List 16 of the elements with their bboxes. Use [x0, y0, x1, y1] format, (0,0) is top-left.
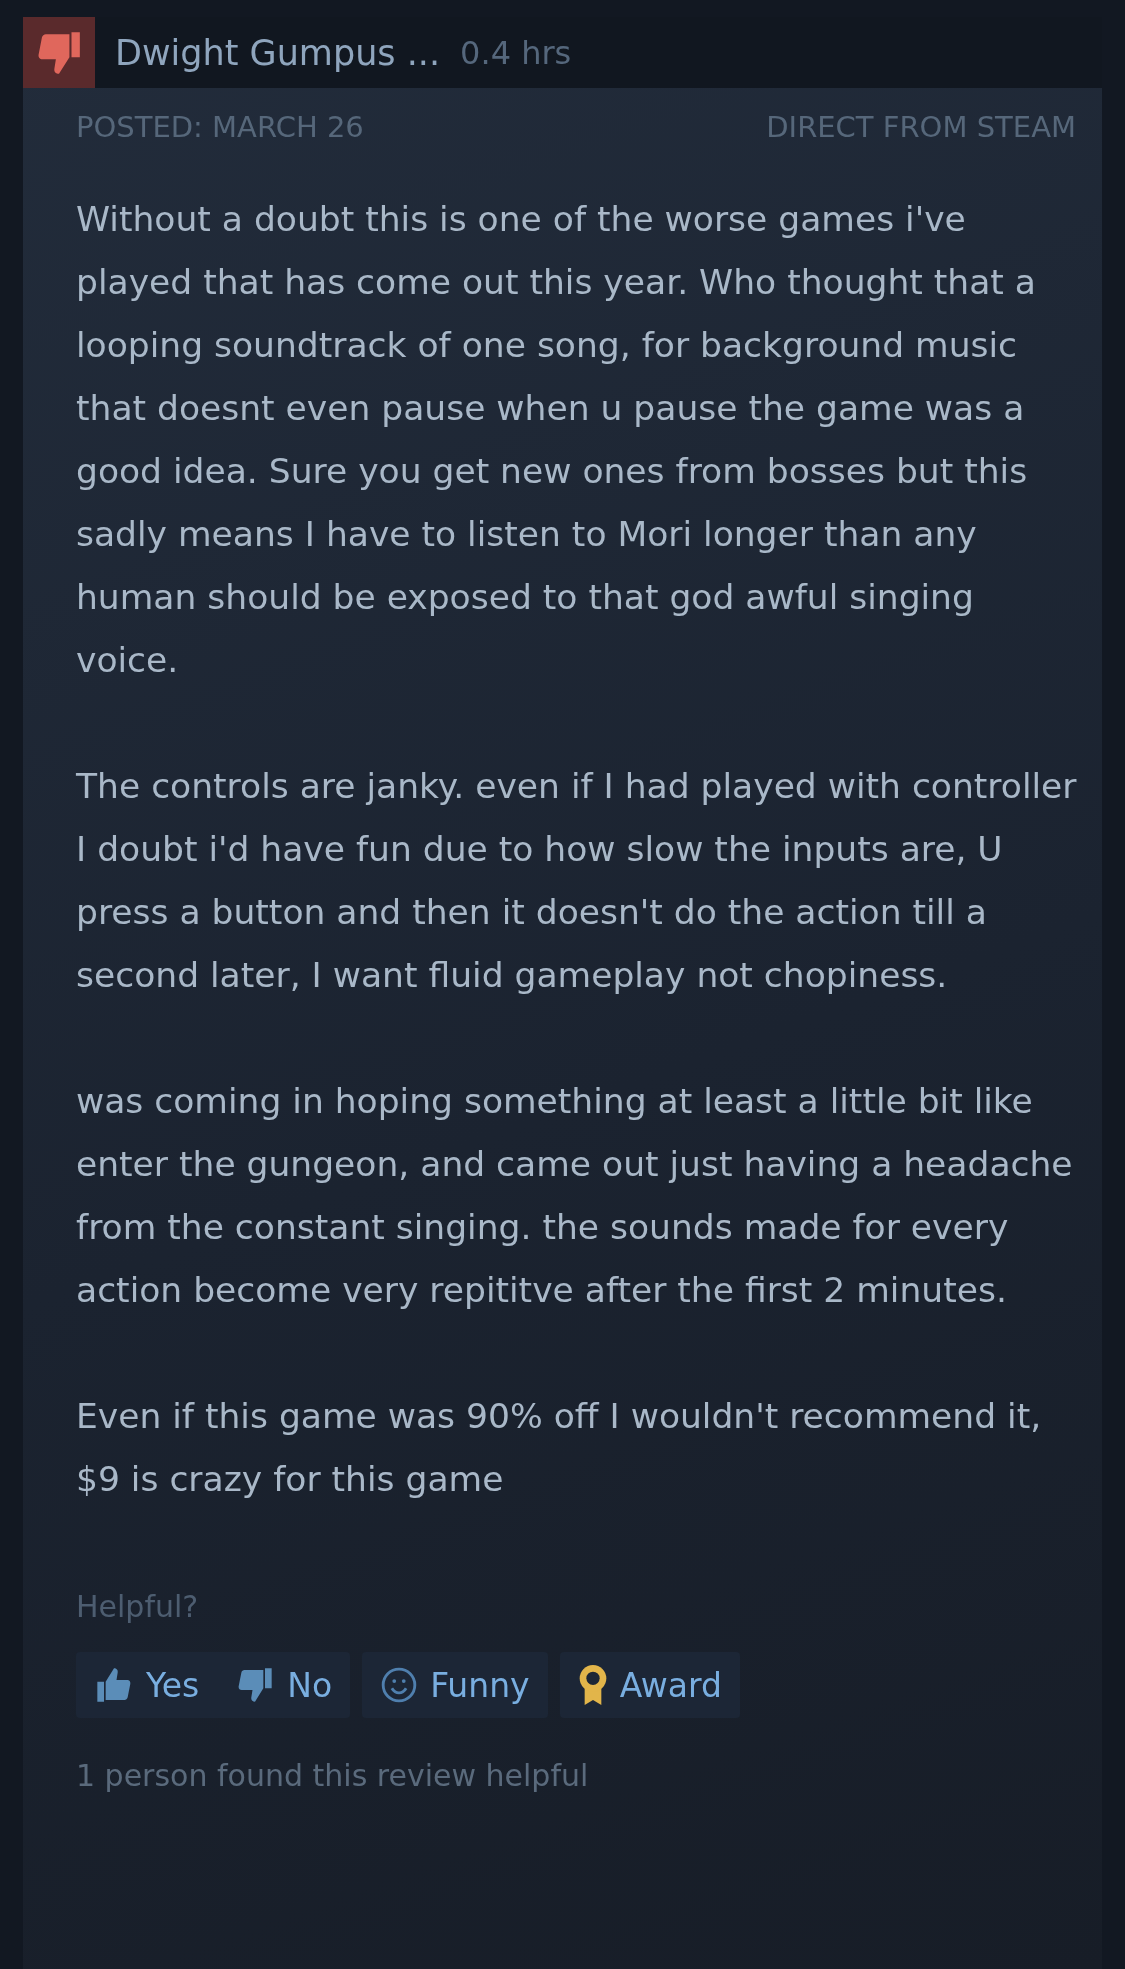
funny-button[interactable]: Funny [362, 1652, 548, 1718]
vote-button[interactable]: No [217, 1652, 351, 1718]
smiley-icon [380, 1666, 419, 1704]
helpful-count: 1 person found this review helpful [76, 1758, 590, 1793]
award-ribbon-icon [577, 1665, 608, 1705]
helpful-prompt: Helpful? [76, 1589, 200, 1624]
review-paragraph: The controls are janky. even if I had played with controller I doubt i'd have fun due to how slow the inputs are, U press a button and then it doesn't do the action till a second later, I want fluid gameplay not chopiness. [76, 765, 1078, 997]
posted-date: POSTED: MARCH 26 [76, 110, 364, 144]
purchase-source: DIRECT FROM STEAM [766, 110, 1076, 144]
review-paragraph: was coming in hoping something at least a little bit like enter the gungeon, and came out just having a headache from the constant singing. the sounds made for every action become very repititve after the first 2 minutes. [76, 1080, 1074, 1312]
vote-button[interactable]: Yes [76, 1652, 218, 1718]
review-paragraph: Even if this game was 90% off I wouldn't recommend it, $9 is crazy for this game [76, 1395, 1043, 1501]
review-paragraph: Without a doubt this is one of the worse games i've played that has come out this year. Who thought that a looping soundtrack of one song, for background music that doesnt even pause when u pause the game was a good idea. Sure you get new ones from bosses but this sadly means I have to listen to Mori longer than any human should be exposed to that god awful singing voice. [76, 198, 1037, 682]
playtime: 0.4 hrs [460, 33, 572, 72]
author-name[interactable]: Dwight Gumpus ... [115, 32, 441, 73]
award-button[interactable]: Award [559, 1652, 740, 1718]
